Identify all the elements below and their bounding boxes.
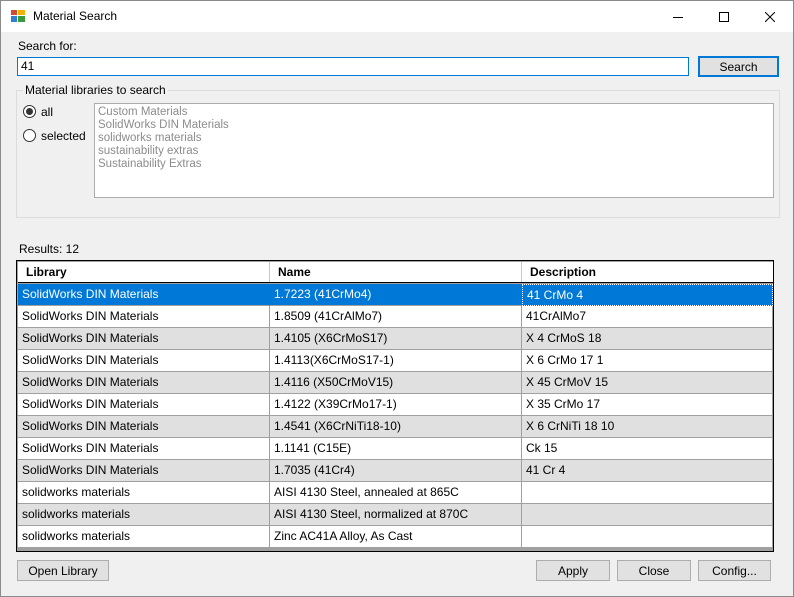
- table-row[interactable]: solidworks materials Zinc AC41A Alloy, As…: [18, 526, 773, 548]
- cell-library[interactable]: SolidWorks DIN Materials: [18, 416, 270, 438]
- cell-description[interactable]: [522, 482, 773, 504]
- library-item[interactable]: solidworks materials: [98, 132, 770, 145]
- table-row[interactable]: SolidWorks DIN Materials 1.4122 (X39CrMo1…: [18, 394, 773, 416]
- cell-description[interactable]: X 6 CrMo 17 1: [522, 350, 773, 372]
- library-item[interactable]: sustainability extras: [98, 145, 770, 158]
- results-grid[interactable]: Library Name Description SolidWorks DIN …: [16, 260, 774, 552]
- cell-name[interactable]: 1.8509 (41CrAlMo7): [270, 306, 522, 328]
- window-title: Material Search: [33, 9, 118, 23]
- cell-library[interactable]: SolidWorks DIN Materials: [18, 438, 270, 460]
- open-library-button[interactable]: Open Library: [17, 560, 109, 581]
- cell-library[interactable]: SolidWorks DIN Materials: [18, 328, 270, 350]
- cell-library[interactable]: SolidWorks DIN Materials: [18, 284, 270, 306]
- library-item[interactable]: SolidWorks DIN Materials: [98, 119, 770, 132]
- cell-library[interactable]: SolidWorks DIN Materials: [18, 306, 270, 328]
- cell-name[interactable]: 1.7223 (41CrMo4): [270, 284, 522, 306]
- search-button[interactable]: Search: [698, 56, 779, 77]
- cell-library[interactable]: solidworks materials: [18, 526, 270, 548]
- table-row[interactable]: SolidWorks DIN Materials 1.4105 (X6CrMoS1…: [18, 328, 773, 350]
- cell-name[interactable]: 1.4122 (X39CrMo17-1): [270, 394, 522, 416]
- table-row[interactable]: solidworks materials AISI 4130 Steel, nor…: [18, 504, 773, 526]
- table-row[interactable]: SolidWorks DIN Materials 1.8509 (41CrAlMo…: [18, 306, 773, 328]
- cell-name[interactable]: AISI 4130 Steel, annealed at 865C: [270, 482, 522, 504]
- minimize-icon: [673, 16, 683, 18]
- cell-name[interactable]: 1.4541 (X6CrNiTi18-10): [270, 416, 522, 438]
- cell-description[interactable]: Ck 15: [522, 438, 773, 460]
- cell-name[interactable]: 1.4113(X6CrMoS17-1): [270, 350, 522, 372]
- grid-header: Library Name Description: [18, 262, 773, 283]
- column-header-description[interactable]: Description: [522, 262, 773, 282]
- cell-name[interactable]: AISI 4130 Steel, normalized at 870C: [270, 504, 522, 526]
- library-item[interactable]: Sustainability Extras: [98, 158, 770, 171]
- cell-description[interactable]: [522, 526, 773, 548]
- cell-description[interactable]: X 45 CrMoV 15: [522, 372, 773, 394]
- table-row[interactable]: SolidWorks DIN Materials 1.4116 (X50CrMoV…: [18, 372, 773, 394]
- column-header-library[interactable]: Library: [18, 262, 270, 282]
- libraries-group-label: Material libraries to search: [23, 83, 168, 97]
- cell-name[interactable]: 1.7035 (41Cr4): [270, 460, 522, 482]
- cell-description[interactable]: [522, 504, 773, 526]
- cell-description[interactable]: 41 CrMo 4: [522, 284, 773, 306]
- minimize-button[interactable]: [655, 1, 701, 32]
- cell-library[interactable]: solidworks materials: [18, 482, 270, 504]
- cell-library[interactable]: SolidWorks DIN Materials: [18, 394, 270, 416]
- cell-description[interactable]: X 35 CrMo 17: [522, 394, 773, 416]
- cell-description[interactable]: 41 Cr 4: [522, 460, 773, 482]
- maximize-icon: [719, 11, 729, 22]
- column-header-name[interactable]: Name: [270, 262, 522, 282]
- cell-name[interactable]: 1.1141 (C15E): [270, 438, 522, 460]
- cell-name[interactable]: 1.4105 (X6CrMoS17): [270, 328, 522, 350]
- table-row[interactable]: SolidWorks DIN Materials 1.7035 (41Cr4) 41…: [18, 460, 773, 482]
- maximize-button[interactable]: [701, 1, 747, 32]
- config-button[interactable]: Config...: [698, 560, 771, 581]
- search-input[interactable]: 41: [17, 57, 689, 76]
- cell-library[interactable]: SolidWorks DIN Materials: [18, 460, 270, 482]
- table-row[interactable]: SolidWorks DIN Materials 1.7223 (41CrMo4)…: [18, 284, 773, 306]
- close-window-button[interactable]: [747, 1, 793, 32]
- table-row[interactable]: SolidWorks DIN Materials 1.4541 (X6CrNiTi…: [18, 416, 773, 438]
- cell-description[interactable]: 41CrAlMo7: [522, 306, 773, 328]
- cell-description[interactable]: X 6 CrNiTi 18 10: [522, 416, 773, 438]
- cell-name[interactable]: Zinc AC41A Alloy, As Cast: [270, 526, 522, 548]
- libraries-list[interactable]: Custom Materials SolidWorks DIN Material…: [94, 103, 774, 198]
- cell-library[interactable]: solidworks materials: [18, 504, 270, 526]
- cell-name[interactable]: 1.4116 (X50CrMoV15): [270, 372, 522, 394]
- table-row[interactable]: SolidWorks DIN Materials 1.4113(X6CrMoS17…: [18, 350, 773, 372]
- close-button[interactable]: Close: [617, 560, 691, 581]
- search-label: Search for:: [18, 39, 77, 53]
- cell-library[interactable]: SolidWorks DIN Materials: [18, 372, 270, 394]
- radio-all-label[interactable]: all: [41, 105, 53, 119]
- table-row[interactable]: SolidWorks DIN Materials 1.1141 (C15E) Ck …: [18, 438, 773, 460]
- material-search-window: Material Search Search for: 41 Search Ma…: [0, 0, 794, 597]
- apply-button[interactable]: Apply: [536, 560, 610, 581]
- results-count: Results: 12: [19, 242, 80, 256]
- radio-selected-label[interactable]: selected: [41, 129, 86, 143]
- cell-library[interactable]: SolidWorks DIN Materials: [18, 350, 270, 372]
- close-icon: [765, 11, 775, 22]
- radio-selected[interactable]: [23, 129, 36, 142]
- cell-description[interactable]: X 4 CrMoS 18: [522, 328, 773, 350]
- table-row[interactable]: solidworks materials AISI 4130 Steel, ann…: [18, 482, 773, 504]
- library-item[interactable]: Custom Materials: [98, 106, 770, 119]
- app-icon: [11, 10, 25, 22]
- radio-all[interactable]: [23, 105, 36, 118]
- title-bar[interactable]: Material Search: [1, 1, 793, 32]
